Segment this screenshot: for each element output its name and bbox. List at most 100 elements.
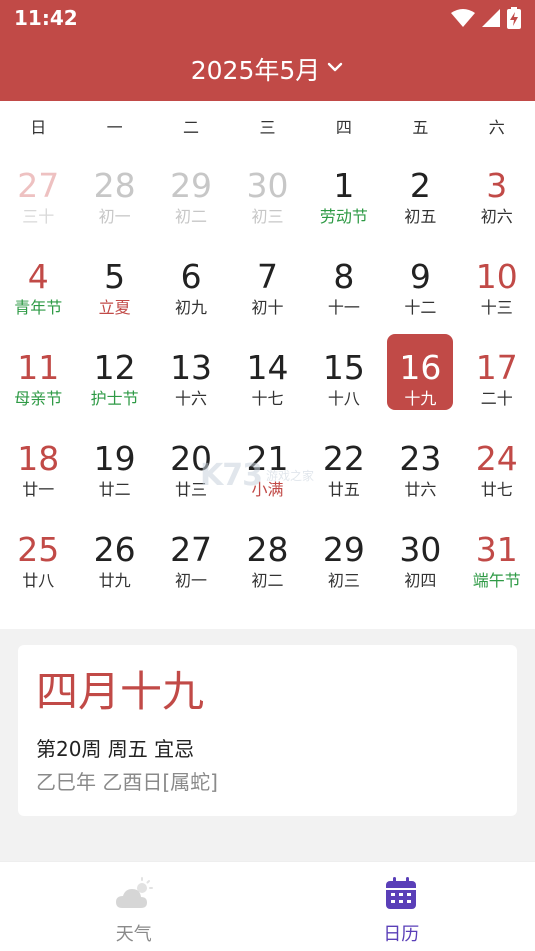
day-number: 24 [475, 438, 518, 478]
day-number: 15 [322, 347, 365, 387]
lunar-day-label: 廿一 [22, 479, 55, 499]
lunar-day-label: 初十 [251, 297, 284, 317]
day-cell[interactable]: 12 护士节 [76, 333, 152, 424]
bottom-nav: 天气 日历 [0, 861, 535, 951]
day-cell[interactable]: 6 初九 [153, 242, 229, 333]
day-cell[interactable]: 30 初四 [382, 515, 458, 606]
day-cell[interactable]: 31 端午节 [459, 515, 535, 606]
weekday-header: 日 一 二 三 四 五 六 [0, 101, 535, 151]
day-number: 25 [17, 529, 60, 569]
day-cell[interactable]: 9 十二 [382, 242, 458, 333]
day-cell[interactable]: 5 立夏 [76, 242, 152, 333]
festival-label: 护士节 [90, 388, 139, 408]
day-cell[interactable]: 28 初二 [229, 515, 305, 606]
day-cell[interactable]: 28 初一 [76, 151, 152, 242]
day-cell[interactable]: 1 劳动节 [306, 151, 382, 242]
day-number: 6 [180, 256, 202, 296]
day-number: 29 [170, 165, 213, 205]
day-number: 5 [104, 256, 126, 296]
day-number: 13 [170, 347, 213, 387]
lunar-day-label: 三十 [22, 206, 55, 226]
day-cell[interactable]: 23 廿六 [382, 424, 458, 515]
nav-label-weather: 天气 [115, 924, 152, 945]
day-cell[interactable]: 26 廿九 [76, 515, 152, 606]
day-info-card[interactable]: 四月十九 第20周 周五 宜忌 乙巳年 乙酉日[属蛇] [18, 645, 517, 816]
day-number: 8 [333, 256, 355, 296]
day-number: 16 [399, 347, 442, 387]
day-cell[interactable]: 24 廿七 [459, 424, 535, 515]
day-cell[interactable]: 4 青年节 [0, 242, 76, 333]
day-number: 27 [170, 529, 213, 569]
day-cell[interactable]: 13 十六 [153, 333, 229, 424]
day-cell-selected[interactable]: 16 十九 [382, 333, 458, 424]
calendar-grid: 27 三十 28 初一 29 初二 30 初三 1 劳动节 2 初五 3 初六 4 青年节 5 立夏 6 初九 7 初十 8… [0, 151, 535, 611]
lunar-day-label: 廿六 [404, 479, 437, 499]
weekday-label: 三 [259, 118, 276, 137]
lunar-date: 四月十九 [36, 667, 205, 716]
day-cell[interactable]: 29 初二 [153, 151, 229, 242]
status-bar: 11:42 [0, 0, 535, 36]
status-time: 11:42 [14, 6, 78, 30]
day-number: 7 [256, 256, 278, 296]
day-cell[interactable]: 8 十一 [306, 242, 382, 333]
day-number: 19 [93, 438, 136, 478]
weekday-label: 二 [183, 118, 200, 137]
lunar-day-label: 二十 [480, 388, 513, 408]
weekday-label: 一 [106, 118, 123, 137]
day-number: 1 [333, 165, 355, 205]
weekday-label: 四 [335, 118, 352, 137]
day-cell[interactable]: 7 初十 [229, 242, 305, 333]
festival-label: 青年节 [14, 297, 63, 317]
day-number: 10 [475, 256, 518, 296]
day-cell[interactable]: 29 初三 [306, 515, 382, 606]
lunar-day-label: 初六 [480, 206, 513, 226]
day-number: 30 [246, 165, 289, 205]
nav-label-calendar: 日历 [383, 924, 420, 945]
lunar-day-label: 初三 [251, 206, 284, 226]
wifi-icon [451, 8, 475, 28]
chevron-down-icon [326, 58, 344, 80]
day-cell[interactable]: 10 十三 [459, 242, 535, 333]
day-cell[interactable]: 2 初五 [382, 151, 458, 242]
day-cell[interactable]: 11 母亲节 [0, 333, 76, 424]
ganzhi-info: 乙巳年 乙酉日[属蛇] [36, 770, 218, 794]
lunar-day-label: 初三 [327, 570, 360, 590]
day-cell[interactable]: 15 十八 [306, 333, 382, 424]
day-number: 18 [17, 438, 60, 478]
day-info-area: 四月十九 第20周 周五 宜忌 乙巳年 乙酉日[属蛇] [0, 629, 535, 861]
month-selector[interactable]: 2025年5月 [0, 50, 535, 88]
day-cell[interactable]: 27 三十 [0, 151, 76, 242]
lunar-day-label: 十二 [404, 297, 437, 317]
day-cell[interactable]: 25 廿八 [0, 515, 76, 606]
day-number: 9 [409, 256, 431, 296]
lunar-day-label: 十八 [327, 388, 360, 408]
festival-label: 劳动节 [319, 206, 368, 226]
day-cell[interactable]: 3 初六 [459, 151, 535, 242]
festival-label: 端午节 [472, 570, 521, 590]
day-cell[interactable]: 27 初一 [153, 515, 229, 606]
week-info: 第20周 周五 宜忌 [36, 737, 195, 761]
lunar-day-label: 十九 [404, 388, 437, 408]
lunar-day-label: 初九 [175, 297, 208, 317]
lunar-day-label: 十一 [327, 297, 360, 317]
day-cell[interactable]: 14 十七 [229, 333, 305, 424]
lunar-day-label: 十三 [480, 297, 513, 317]
lunar-day-label: 十七 [251, 388, 284, 408]
festival-label: 母亲节 [14, 388, 63, 408]
day-cell[interactable]: 30 初三 [229, 151, 305, 242]
lunar-day-label: 十六 [175, 388, 208, 408]
lunar-day-label: 初五 [404, 206, 437, 226]
status-icons [451, 7, 521, 29]
battery-charging-icon [507, 7, 521, 29]
day-number: 12 [93, 347, 136, 387]
day-cell[interactable]: 19 廿二 [76, 424, 152, 515]
day-cell[interactable]: 18 廿一 [0, 424, 76, 515]
lunar-day-label: 初二 [175, 206, 208, 226]
signal-icon [481, 8, 501, 28]
app-header: 11:42 2025年5月 [0, 0, 535, 101]
weekday-label: 日 [30, 118, 47, 137]
day-cell[interactable]: 17 二十 [459, 333, 535, 424]
nav-tab-weather[interactable]: 天气 [0, 862, 268, 951]
nav-tab-calendar[interactable]: 日历 [268, 862, 535, 951]
day-number: 29 [322, 529, 365, 569]
